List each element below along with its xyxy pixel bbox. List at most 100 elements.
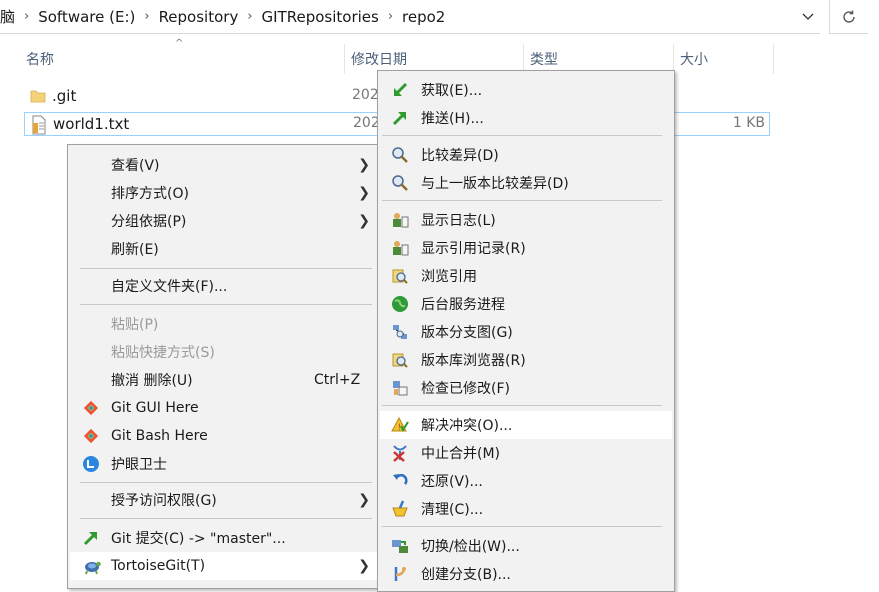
menu-item-diff[interactable]: 比较差异(D) xyxy=(380,141,672,169)
menu-item-label: 清理(C)... xyxy=(421,502,484,518)
menu-item-diff-previous[interactable]: 与上一版本比较差异(D) xyxy=(380,169,672,197)
menu-item-label: 自定义文件夹(F)... xyxy=(111,279,228,295)
column-header-label: 类型 xyxy=(530,52,558,68)
menu-item-show-log[interactable]: 显示日志(L) xyxy=(380,206,672,234)
menu-item-label: 中止合并(M) xyxy=(421,446,501,462)
abort-merge-icon xyxy=(391,444,409,462)
menu-item-switch-checkout[interactable]: 切换/检出(W)... xyxy=(380,532,672,560)
menu-item-label: Git 提交(C) -> "master"... xyxy=(111,531,286,547)
push-arrow-icon xyxy=(391,109,409,127)
menu-item-label: 检查已修改(F) xyxy=(421,381,510,397)
menu-item-git-gui-here[interactable]: Git GUI Here xyxy=(70,394,378,422)
menu-item-undo-delete[interactable]: 撤消 删除(U) Ctrl+Z xyxy=(70,366,378,394)
menu-item-label: 授予访问权限(G) xyxy=(111,493,217,509)
menu-item-tortoisegit[interactable]: TortoiseGit(T) ❯ xyxy=(70,552,378,580)
eye-guard-icon xyxy=(82,455,100,473)
chevron-right-icon[interactable]: › xyxy=(247,9,252,24)
file-name: .git xyxy=(52,87,77,105)
column-header-name[interactable]: 名称 xyxy=(20,44,345,74)
chevron-down-icon[interactable] xyxy=(795,4,821,30)
column-header-label: 名称 xyxy=(26,52,54,68)
breadcrumb-drive[interactable]: Software (E:) xyxy=(38,8,135,26)
menu-item-label: 版本分支图(G) xyxy=(421,325,513,341)
column-header-size[interactable]: 大小 xyxy=(674,44,774,74)
menu-item-label: 显示日志(L) xyxy=(421,213,496,229)
chevron-right-icon[interactable]: › xyxy=(24,9,29,24)
menu-item-check-modified[interactable]: 检查已修改(F) xyxy=(380,374,672,402)
file-date: 202 xyxy=(353,115,380,131)
menu-item-daemon[interactable]: 后台服务进程 xyxy=(380,290,672,318)
menu-separator xyxy=(80,518,372,519)
chevron-right-icon: ❯ xyxy=(358,213,370,229)
menu-item-fetch[interactable]: 获取(E)... xyxy=(380,76,672,104)
menu-item-label: TortoiseGit(T) xyxy=(111,558,206,574)
menu-item-label: Git Bash Here xyxy=(111,428,208,444)
menu-item-label: 还原(V)... xyxy=(421,474,483,490)
context-menu: 查看(V) ❯ 排序方式(O) ❯ 分组依据(P) ❯ 刷新(E) 自定义文件夹… xyxy=(67,144,381,589)
menu-item-label: Git GUI Here xyxy=(111,400,199,416)
menu-item-label: 切换/检出(W)... xyxy=(421,539,520,555)
menu-item-grant-access[interactable]: 授予访问权限(G) ❯ xyxy=(70,486,378,514)
menu-separator xyxy=(382,405,662,406)
chevron-right-icon: ❯ xyxy=(358,157,370,173)
menu-item-revision-graph[interactable]: 版本分支图(G) xyxy=(380,318,672,346)
menu-item-label: 浏览引用 xyxy=(421,269,477,285)
file-name: world1.txt xyxy=(53,115,130,133)
refresh-icon[interactable] xyxy=(829,0,868,34)
breadcrumb-gitrepositories[interactable]: GITRepositories xyxy=(262,8,379,26)
menu-item-git-bash-here[interactable]: Git Bash Here xyxy=(70,422,378,450)
address-bar[interactable]: 脑 › Software (E:) › Repository › GITRepo… xyxy=(0,0,820,34)
menu-item-label: 版本库浏览器(R) xyxy=(421,353,526,369)
cleanup-icon xyxy=(391,500,409,518)
menu-item-browse-refs[interactable]: 浏览引用 xyxy=(380,262,672,290)
menu-item-git-commit[interactable]: Git 提交(C) -> "master"... xyxy=(70,524,378,552)
menu-item-label: 比较差异(D) xyxy=(421,148,499,164)
menu-item-label: 推送(H)... xyxy=(421,111,484,127)
daemon-globe-icon xyxy=(391,295,409,313)
menu-separator xyxy=(80,482,372,483)
menu-item-cleanup[interactable]: 清理(C)... xyxy=(380,495,672,523)
svg-text:!: ! xyxy=(398,423,402,433)
switch-checkout-icon xyxy=(391,537,409,555)
breadcrumb-partial[interactable]: 脑 xyxy=(0,6,15,27)
menu-item-customize-folder[interactable]: 自定义文件夹(F)... xyxy=(70,272,378,300)
menu-item-sort-by[interactable]: 排序方式(O) ❯ xyxy=(70,179,378,207)
menu-item-label: 获取(E)... xyxy=(421,83,483,99)
menu-item-resolve-conflict[interactable]: ! 解决冲突(O)... xyxy=(380,411,672,439)
menu-item-view[interactable]: 查看(V) ❯ xyxy=(70,151,378,179)
breadcrumb-repository[interactable]: Repository xyxy=(159,8,239,26)
menu-item-label: 排序方式(O) xyxy=(111,186,189,202)
pull-arrow-icon xyxy=(391,81,409,99)
menu-item-paste-shortcut[interactable]: 粘贴快捷方式(S) xyxy=(70,338,378,366)
diff-magnifier-icon xyxy=(391,174,409,192)
menu-item-abort-merge[interactable]: 中止合并(M) xyxy=(380,439,672,467)
chevron-right-icon: ❯ xyxy=(358,558,370,574)
tortoisegit-icon xyxy=(82,557,101,575)
resolve-conflict-icon: ! xyxy=(391,416,409,434)
file-date: 202 xyxy=(352,87,379,103)
repo-browser-icon xyxy=(391,351,409,369)
menu-item-label: 创建分支(B)... xyxy=(421,567,511,583)
menu-item-label: 后台服务进程 xyxy=(421,297,505,313)
chevron-right-icon: ❯ xyxy=(358,492,370,508)
menu-item-create-branch[interactable]: 创建分支(B)... xyxy=(380,560,672,588)
menu-separator xyxy=(382,200,662,201)
menu-item-group-by[interactable]: 分组依据(P) ❯ xyxy=(70,207,378,235)
tortoisegit-submenu: 获取(E)... 推送(H)... 比较差异(D) 与上一版本比较差异(D) 显… xyxy=(377,70,675,592)
reflog-icon xyxy=(391,239,409,257)
chevron-right-icon[interactable]: › xyxy=(388,9,393,24)
menu-item-paste[interactable]: 粘贴(P) xyxy=(70,310,378,338)
menu-item-shortcut: Ctrl+Z xyxy=(314,372,361,388)
log-icon xyxy=(391,211,409,229)
chevron-right-icon[interactable]: › xyxy=(144,9,149,24)
breadcrumb-repo2[interactable]: repo2 xyxy=(402,8,445,26)
menu-item-refresh[interactable]: 刷新(E) xyxy=(70,235,378,263)
menu-item-show-reflog[interactable]: 显示引用记录(R) xyxy=(380,234,672,262)
menu-separator xyxy=(382,526,662,527)
menu-item-revert[interactable]: 还原(V)... xyxy=(380,467,672,495)
menu-item-label: 粘贴(P) xyxy=(111,317,159,333)
menu-item-repo-browser[interactable]: 版本库浏览器(R) xyxy=(380,346,672,374)
browse-refs-icon xyxy=(391,267,409,285)
menu-item-eye-guard[interactable]: 护眼卫士 xyxy=(70,450,378,478)
menu-item-push[interactable]: 推送(H)... xyxy=(380,104,672,132)
